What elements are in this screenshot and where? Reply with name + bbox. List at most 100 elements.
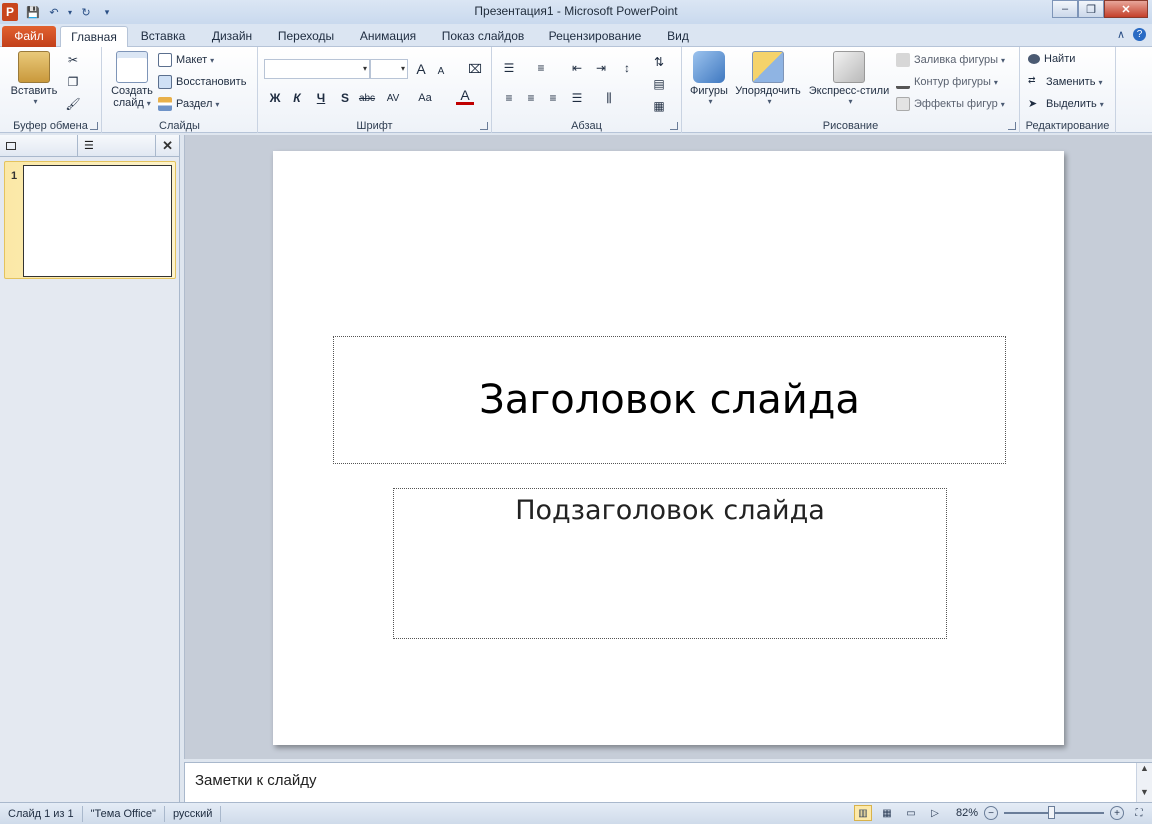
slide-sorter-icon[interactable]: ▦ (878, 805, 896, 821)
tab-file[interactable]: Файл (2, 26, 56, 47)
zoom-slider[interactable] (1004, 806, 1104, 819)
tab-home[interactable]: Главная (60, 26, 128, 48)
font-size-combo[interactable]: ▾ (370, 59, 408, 79)
shape-fill-button[interactable]: Заливка фигуры ▾ (896, 53, 1005, 67)
subtitle-placeholder[interactable]: Подзаголовок слайда (393, 488, 947, 639)
change-case-button[interactable]: Aa (416, 89, 434, 107)
slide-thumbnail-item[interactable]: 1 (4, 161, 176, 279)
shape-effects-button[interactable]: Эффекты фигур ▾ (896, 97, 1005, 111)
scroll-down-icon[interactable]: ▼ (1137, 787, 1152, 797)
underline-button[interactable]: Ч (312, 89, 330, 107)
clear-formatting-icon[interactable]: ⌧ (466, 60, 484, 78)
smartart-icon[interactable]: ▦ (650, 97, 668, 115)
slides-tab-icon (6, 141, 16, 150)
clipboard-launcher-icon[interactable] (90, 122, 98, 130)
close-button[interactable]: ✕ (1104, 0, 1148, 18)
tab-insert[interactable]: Вставка (136, 26, 190, 47)
notes-scrollbar[interactable]: ▲ ▼ (1136, 763, 1152, 803)
font-color-button[interactable]: A (456, 87, 474, 105)
tab-slideshow[interactable]: Показ слайдов (434, 26, 532, 47)
justify-icon[interactable]: ☰ (568, 89, 586, 107)
title-placeholder[interactable]: Заголовок слайда (333, 336, 1006, 464)
arrange-button[interactable]: Упорядочить ▾ (730, 51, 806, 106)
normal-view-icon[interactable]: ▥ (853, 805, 872, 821)
cut-icon[interactable]: ✂ (64, 51, 82, 69)
chevron-down-icon: ▾ (1000, 99, 1005, 109)
zoom-slider-thumb[interactable] (1048, 806, 1055, 819)
save-icon[interactable]: 💾 (24, 3, 42, 21)
tab-design[interactable]: Дизайн (204, 26, 260, 47)
slide-canvas[interactable]: Заголовок слайда Подзаголовок слайда (273, 151, 1064, 745)
select-button[interactable]: ➤ Выделить ▾ (1028, 97, 1104, 111)
quick-styles-button[interactable]: Экспресс-стили ▾ (806, 51, 892, 106)
bold-button[interactable]: Ж (266, 89, 284, 107)
redo-icon[interactable]: ↻ (77, 3, 95, 21)
drawing-launcher-icon[interactable] (1008, 122, 1016, 130)
shadow-button[interactable]: S (336, 89, 354, 107)
align-text-icon[interactable]: ▤ (650, 75, 668, 93)
copy-icon[interactable]: ❐ (64, 73, 82, 91)
help-icon[interactable]: ? (1133, 28, 1146, 41)
text-direction-icon[interactable]: ⇅ (650, 53, 668, 71)
slides-group: Создать слайд ▾ Макет ▾ Восстановить Разд… (102, 47, 258, 133)
minimize-button[interactable]: – (1052, 0, 1078, 18)
undo-dropdown-icon[interactable]: ▾ (66, 3, 74, 21)
line-spacing-icon[interactable]: ↕ (618, 59, 636, 77)
restore-button[interactable]: ❐ (1078, 0, 1104, 18)
align-right-icon[interactable]: ≡ (544, 89, 562, 107)
new-slide-button[interactable]: Создать слайд ▾ (106, 51, 158, 109)
tab-animations[interactable]: Анимация (352, 26, 424, 47)
language-status[interactable]: русский (165, 805, 222, 822)
decrease-indent-icon[interactable]: ⇤ (568, 59, 586, 77)
find-button[interactable]: Найти (1028, 53, 1075, 65)
character-spacing-button[interactable]: AV (384, 89, 402, 107)
align-center-icon[interactable]: ≡ (522, 89, 540, 107)
shape-outline-button[interactable]: Контур фигуры ▾ (896, 75, 998, 89)
align-left-icon[interactable]: ≡ (500, 89, 518, 107)
font-name-combo[interactable]: ▾ (264, 59, 370, 79)
format-painter-icon[interactable]: 🖌 (64, 95, 82, 113)
shapes-button[interactable]: Фигуры ▾ (686, 51, 732, 106)
grow-font-button[interactable]: A (412, 60, 430, 78)
undo-icon[interactable]: ↶ (45, 3, 63, 21)
minimize-ribbon-icon[interactable]: ∧ (1117, 28, 1125, 41)
customize-toolbar-icon[interactable]: ▾ (98, 3, 116, 21)
paste-label: Вставить (10, 85, 58, 97)
zoom-level[interactable]: 82% (956, 807, 978, 819)
slide-thumbnail[interactable] (23, 165, 172, 277)
close-panel-icon[interactable]: ✕ (162, 138, 173, 154)
theme-status[interactable]: "Тема Office" (83, 805, 165, 822)
strikethrough-button[interactable]: abc (358, 89, 376, 107)
columns-icon[interactable]: ⫼ (600, 89, 618, 107)
powerpoint-app-icon[interactable]: P (2, 3, 18, 21)
replace-button[interactable]: ⇄ Заменить ▾ (1028, 75, 1102, 89)
layout-button[interactable]: Макет ▾ (158, 53, 214, 67)
ribbon-tabs: Файл Главная Вставка Дизайн Переходы Ани… (0, 24, 1152, 48)
shapes-label: Фигуры (690, 85, 728, 97)
paragraph-launcher-icon[interactable] (670, 122, 678, 130)
tab-review[interactable]: Рецензирование (542, 26, 648, 47)
reading-view-icon[interactable]: ▭ (902, 805, 920, 821)
slideshow-view-icon[interactable]: ▷ (926, 805, 944, 821)
numbering-icon[interactable]: ≡ (532, 59, 550, 77)
tab-transitions[interactable]: Переходы (270, 26, 342, 47)
italic-button[interactable]: К (288, 89, 306, 107)
font-launcher-icon[interactable] (480, 122, 488, 130)
zoom-out-button[interactable]: − (984, 806, 998, 820)
fit-to-window-icon[interactable]: ⛶ (1130, 805, 1148, 821)
section-button[interactable]: Раздел ▾ (158, 97, 219, 111)
chevron-down-icon: ▾ (1001, 55, 1006, 65)
outline-tab[interactable]: ☰ (78, 134, 156, 157)
shrink-font-button[interactable]: A (432, 62, 450, 80)
tab-view[interactable]: Вид (658, 26, 698, 47)
scroll-up-icon[interactable]: ▲ (1137, 763, 1152, 773)
bullets-icon[interactable]: ☰ (500, 59, 518, 77)
paste-button[interactable]: Вставить ▾ (6, 51, 62, 106)
chevron-down-icon: ▾ (1098, 77, 1103, 87)
increase-indent-icon[interactable]: ⇥ (592, 59, 610, 77)
chevron-down-icon: ▾ (848, 97, 853, 106)
reset-button[interactable]: Восстановить (158, 75, 246, 89)
slides-tab[interactable] (0, 134, 78, 157)
notes-pane[interactable]: Заметки к слайду ▲ ▼ (184, 762, 1152, 803)
zoom-in-button[interactable]: + (1110, 806, 1124, 820)
